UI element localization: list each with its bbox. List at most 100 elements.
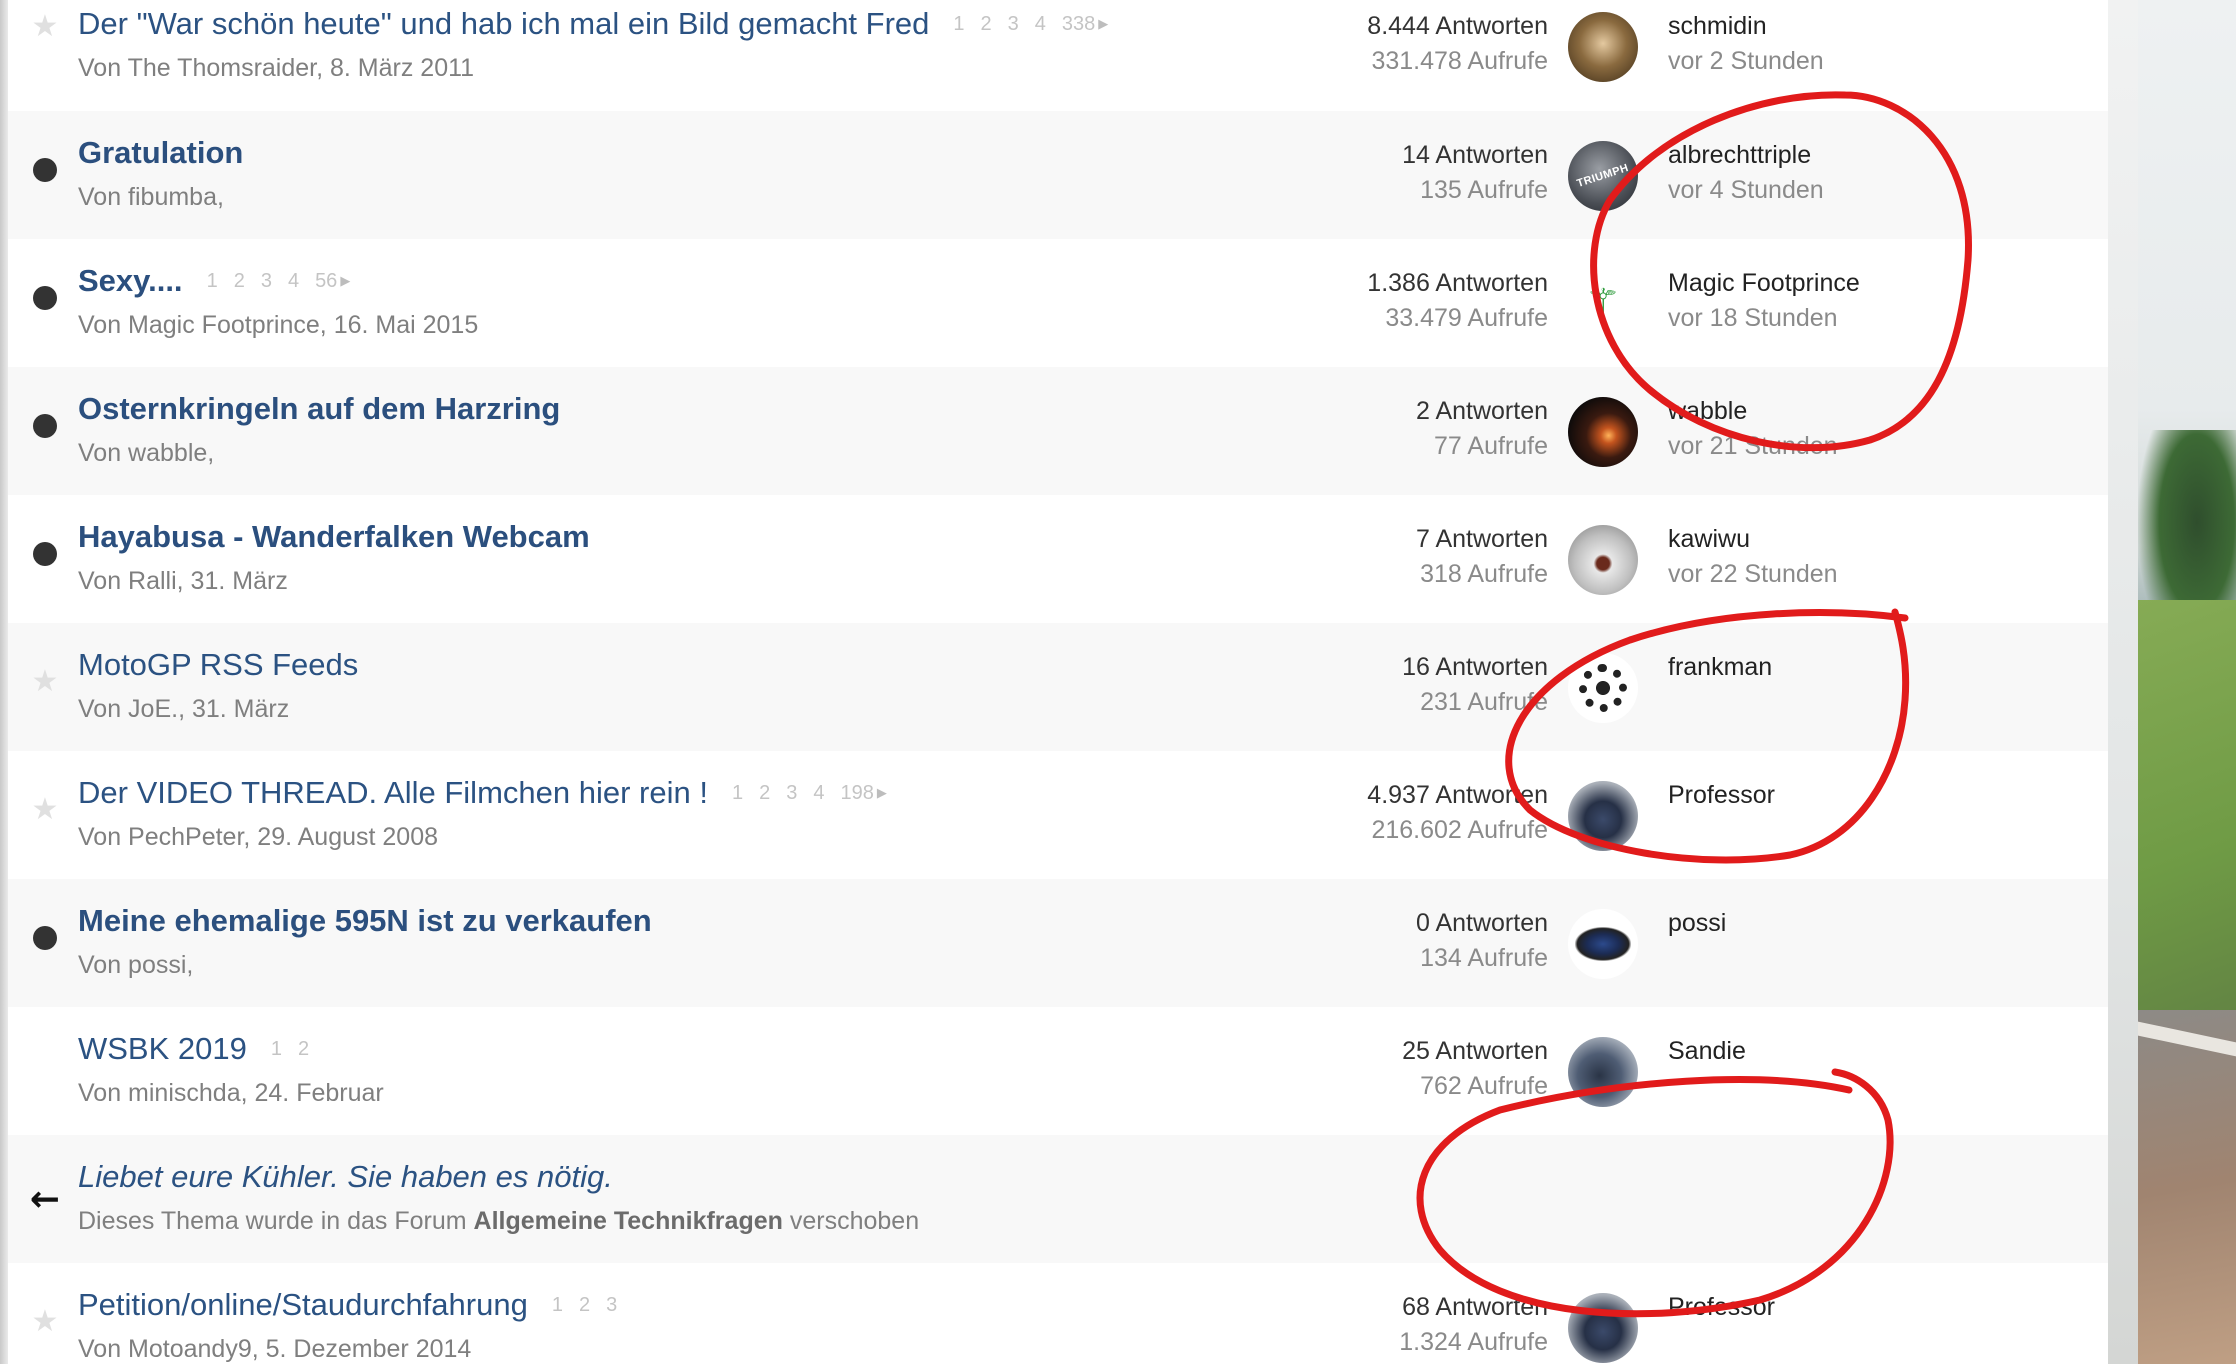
last-post: Professor: [1668, 1293, 1775, 1322]
star-icon[interactable]: ★: [30, 667, 60, 697]
last-post-user[interactable]: wabble: [1668, 397, 1838, 426]
page-link[interactable]: 4: [1035, 13, 1046, 36]
unread-dot-icon[interactable]: [30, 155, 60, 185]
thread-meta: Von wabble,: [78, 439, 215, 467]
thread-title-link[interactable]: Liebet eure Kühler. Sie haben es nötig.: [78, 1159, 613, 1195]
view-count: 134 Aufrufe: [1420, 944, 1548, 972]
page-link[interactable]: 3: [606, 1294, 617, 1317]
thread-row: Gratulation Von fibumba, 14 Antworten 13…: [8, 111, 2108, 239]
moved-arrow-icon: ←: [29, 1179, 61, 1220]
last-post-time[interactable]: vor 2 Stunden: [1668, 47, 1824, 76]
last-post-user[interactable]: schmidin: [1668, 12, 1824, 41]
thread-stats: 7 Antworten 318 Aufrufe: [1248, 525, 1548, 589]
unread-dot-icon[interactable]: [30, 539, 60, 569]
page-link[interactable]: 1: [552, 1294, 563, 1317]
last-post-user[interactable]: albrechttriple: [1668, 141, 1824, 170]
user-avatar[interactable]: [1568, 781, 1638, 851]
thread-stats: 25 Antworten 762 Aufrufe: [1248, 1037, 1548, 1101]
unread-dot-icon[interactable]: [30, 923, 60, 953]
unread-dot-icon[interactable]: [30, 411, 60, 441]
reply-count: 16 Antworten: [1402, 653, 1548, 681]
thread-row-moved: ← Liebet eure Kühler. Sie haben es nötig…: [8, 1135, 2108, 1263]
page-link[interactable]: 2: [234, 270, 245, 293]
thread-meta: Von Ralli, 31. März: [78, 567, 288, 595]
thread-meta: Von Motoandy9, 5. Dezember 2014: [78, 1335, 472, 1363]
moved-notice: Dieses Thema wurde in das Forum Allgemei…: [78, 1207, 919, 1236]
last-post-user[interactable]: Professor: [1668, 1293, 1775, 1322]
last-post-user[interactable]: kawiwu: [1668, 525, 1838, 554]
star-icon[interactable]: ★: [30, 795, 60, 825]
star-icon[interactable]: ★: [30, 12, 60, 42]
last-post-user[interactable]: possi: [1668, 909, 1726, 938]
thread-title-link[interactable]: Meine ehemalige 595N ist zu verkaufen: [78, 903, 652, 939]
page-link[interactable]: 1: [732, 782, 743, 805]
page-link[interactable]: 2: [981, 13, 992, 36]
pagination: 1 2 3 4 338: [953, 13, 1108, 36]
unread-dot-icon[interactable]: [30, 283, 60, 313]
last-post: Professor: [1668, 781, 1775, 810]
ornament-icon: [1579, 664, 1627, 712]
thread-title-link[interactable]: Sexy....: [78, 263, 183, 299]
last-page-link[interactable]: 198: [840, 782, 886, 805]
page-link[interactable]: 2: [579, 1294, 590, 1317]
view-count: 216.602 Aufrufe: [1371, 816, 1548, 844]
page-link[interactable]: 1: [207, 270, 218, 293]
user-avatar[interactable]: [1568, 12, 1638, 82]
star-icon[interactable]: ★: [30, 1307, 60, 1337]
last-post-user[interactable]: frankman: [1668, 653, 1772, 682]
reply-count: 25 Antworten: [1402, 1037, 1548, 1065]
page-link[interactable]: 2: [298, 1038, 309, 1061]
green-emblem-icon: ⚚: [1585, 281, 1621, 327]
thread-title-link[interactable]: Der VIDEO THREAD. Alle Filmchen hier rei…: [78, 775, 708, 811]
page-link[interactable]: 3: [786, 782, 797, 805]
last-post: kawiwu vor 22 Stunden: [1668, 525, 1838, 589]
user-avatar[interactable]: [1568, 909, 1638, 979]
user-avatar[interactable]: [1568, 653, 1638, 723]
thread-title-link[interactable]: Osternkringeln auf dem Harzring: [78, 391, 560, 427]
thread-stats: 1.386 Antworten 33.479 Aufrufe: [1248, 269, 1548, 333]
thread-meta: Von JoE., 31. März: [78, 695, 290, 723]
last-post-user[interactable]: Sandie: [1668, 1037, 1746, 1066]
thread-title-link[interactable]: Petition/online/Staudurchfahrung: [78, 1287, 528, 1323]
page-link[interactable]: 1: [271, 1038, 282, 1061]
user-avatar[interactable]: TRIUMPH: [1568, 141, 1638, 211]
page-link[interactable]: 4: [813, 782, 824, 805]
last-post-user[interactable]: Professor: [1668, 781, 1775, 810]
last-post-time[interactable]: vor 18 Stunden: [1668, 304, 1860, 333]
thread-stats: 14 Antworten 135 Aufrufe: [1248, 141, 1548, 205]
user-avatar[interactable]: ⚚: [1568, 269, 1638, 339]
page-link[interactable]: 1: [953, 13, 964, 36]
thread-title-link[interactable]: Gratulation: [78, 135, 243, 171]
thread-row: WSBK 2019 1 2 Von minischda, 24. Februar…: [8, 1007, 2108, 1135]
user-avatar[interactable]: [1568, 1293, 1638, 1363]
last-page-link[interactable]: 56: [315, 270, 350, 293]
thread-row: ★ Der VIDEO THREAD. Alle Filmchen hier r…: [8, 751, 2108, 879]
last-page-link[interactable]: 338: [1062, 13, 1108, 36]
page-link[interactable]: 2: [759, 782, 770, 805]
page-link[interactable]: 3: [1008, 13, 1019, 36]
thread-meta: Von minischda, 24. Februar: [78, 1079, 384, 1107]
user-avatar[interactable]: [1568, 397, 1638, 467]
thread-title-link[interactable]: WSBK 2019: [78, 1031, 247, 1067]
moved-forum-link[interactable]: Allgemeine Technikfragen: [474, 1207, 783, 1235]
last-post-time[interactable]: vor 4 Stunden: [1668, 176, 1824, 205]
reply-count: 4.937 Antworten: [1367, 781, 1548, 809]
last-post-user[interactable]: Magic Footprince: [1668, 269, 1860, 298]
user-avatar[interactable]: [1568, 1037, 1638, 1107]
view-count: 231 Aufrufe: [1420, 688, 1548, 716]
thread-stats: 16 Antworten 231 Aufrufe: [1248, 653, 1548, 717]
last-post-time[interactable]: vor 21 Stunden: [1668, 432, 1838, 461]
thread-title-link[interactable]: Der "War schön heute" und hab ich mal ei…: [78, 6, 929, 42]
thread-stats: 0 Antworten 134 Aufrufe: [1248, 909, 1548, 973]
page-link[interactable]: 3: [261, 270, 272, 293]
page-left-edge: [0, 0, 8, 1364]
thread-stats: 4.937 Antworten 216.602 Aufrufe: [1248, 781, 1548, 845]
page-link[interactable]: 4: [288, 270, 299, 293]
moved-notice-prefix: Dieses Thema wurde in das Forum: [78, 1207, 467, 1235]
thread-title-link[interactable]: MotoGP RSS Feeds: [78, 647, 358, 683]
thread-stats: 8.444 Antworten 331.478 Aufrufe: [1248, 12, 1548, 76]
user-avatar[interactable]: [1568, 525, 1638, 595]
last-post-time[interactable]: vor 22 Stunden: [1668, 560, 1838, 589]
thread-stats: 2 Antworten 77 Aufrufe: [1248, 397, 1548, 461]
thread-title-link[interactable]: Hayabusa - Wanderfalken Webcam: [78, 519, 590, 555]
